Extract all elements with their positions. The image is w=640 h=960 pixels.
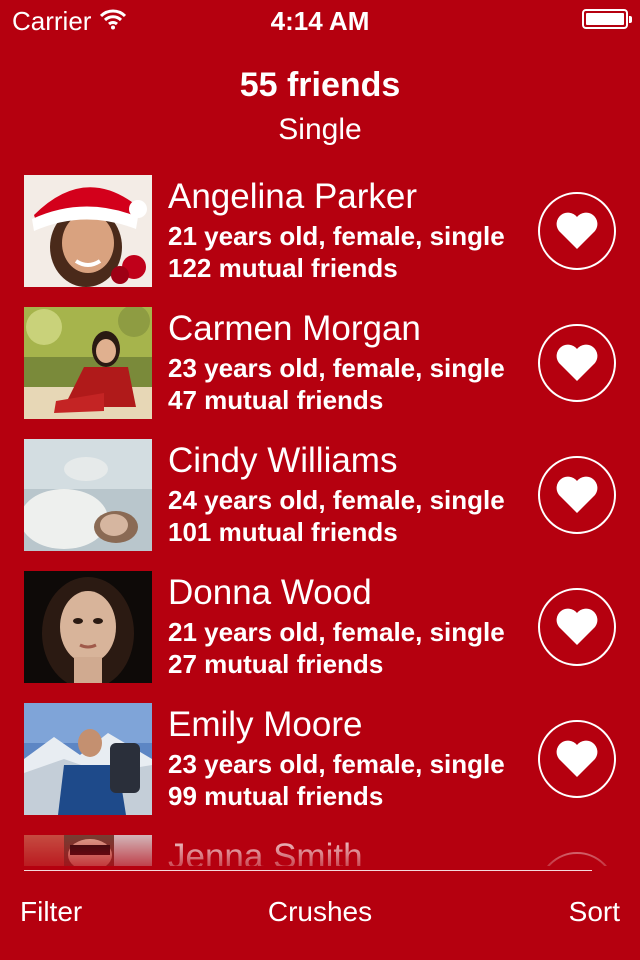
mutual-friends-count: 47 mutual friends <box>168 385 384 415</box>
avatar <box>24 175 152 287</box>
mutual-friends-count: 101 mutual friends <box>168 517 398 547</box>
crush-button[interactable] <box>538 456 616 534</box>
friend-details: 23 years old, female, single <box>168 749 505 779</box>
crush-button[interactable] <box>538 720 616 798</box>
friend-name: Cindy Williams <box>168 441 398 480</box>
filter-button[interactable]: Filter <box>20 896 82 928</box>
mutual-friends-count: 122 mutual friends <box>168 253 398 283</box>
friend-name: Emily Moore <box>168 705 363 744</box>
friend-row[interactable]: Angelina Parker 21 years old, female, si… <box>0 172 640 304</box>
friends-list[interactable]: Angelina Parker 21 years old, female, si… <box>0 172 640 866</box>
crush-button[interactable] <box>538 852 616 866</box>
status-bar: Carrier 4:14 AM <box>0 0 640 40</box>
avatar <box>24 439 152 551</box>
heart-icon <box>556 476 598 513</box>
clock: 4:14 AM <box>270 6 370 36</box>
mutual-friends-count: 99 mutual friends <box>168 781 384 811</box>
friend-details: 21 years old, female, single <box>168 221 505 251</box>
friend-row[interactable]: Carmen Morgan 23 years old, female, sing… <box>0 304 640 436</box>
avatar <box>24 703 152 815</box>
heart-icon <box>556 608 598 645</box>
battery-icon <box>582 9 632 29</box>
friend-count-title: 55 friends <box>239 66 401 104</box>
friend-name: Angelina Parker <box>168 177 418 216</box>
crush-button[interactable] <box>538 588 616 666</box>
tabbar-divider <box>24 870 592 871</box>
crush-button[interactable] <box>538 192 616 270</box>
friend-details: 24 years old, female, single <box>168 485 505 515</box>
heart-icon <box>556 344 598 381</box>
sort-button[interactable]: Sort <box>569 896 620 928</box>
avatar <box>24 835 152 866</box>
crushes-button[interactable]: Crushes <box>0 896 640 928</box>
friend-row[interactable]: Emily Moore 23 years old, female, single… <box>0 700 640 832</box>
filter-subtitle: Single <box>278 113 362 146</box>
friend-details: 21 years old, female, single <box>168 617 505 647</box>
avatar <box>24 571 152 683</box>
friend-row[interactable]: Cindy Williams 24 years old, female, sin… <box>0 436 640 568</box>
friend-row[interactable]: Jenna Smith <box>0 832 640 866</box>
friend-name: Jenna Smith <box>168 837 363 866</box>
friend-row[interactable]: Donna Wood 21 years old, female, single … <box>0 568 640 700</box>
friend-details: 23 years old, female, single <box>168 353 505 383</box>
bottom-toolbar: Crushes Filter Sort <box>0 872 640 960</box>
friend-name: Donna Wood <box>168 573 372 612</box>
avatar <box>24 307 152 419</box>
crush-button[interactable] <box>538 324 616 402</box>
heart-icon <box>556 740 598 777</box>
friend-name: Carmen Morgan <box>168 309 421 348</box>
heart-icon <box>556 212 598 249</box>
mutual-friends-count: 27 mutual friends <box>168 649 384 679</box>
